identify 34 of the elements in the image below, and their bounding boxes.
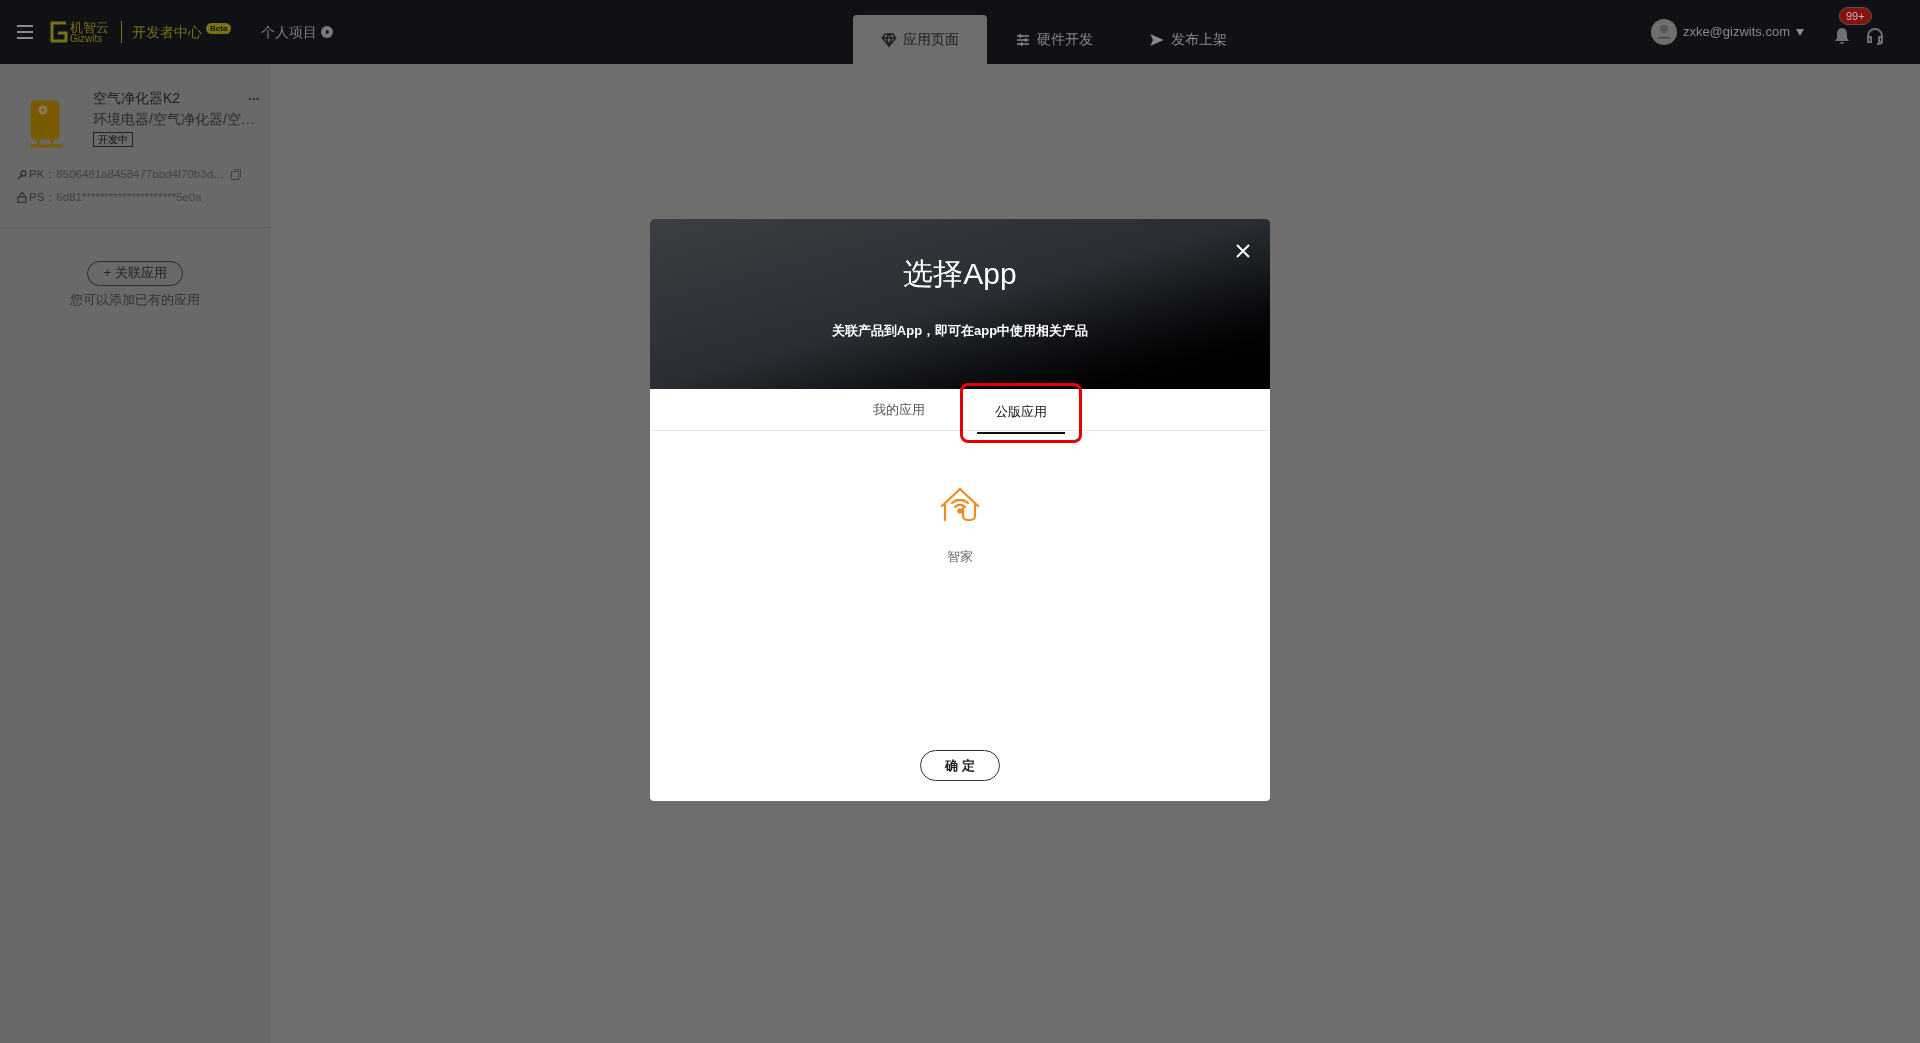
close-icon	[1236, 244, 1250, 258]
user-email[interactable]: zxke@gizwits.com	[1682, 22, 1790, 42]
air-purifier-icon	[30, 100, 62, 148]
play-circle-icon	[321, 26, 334, 38]
notification-badge: 99+	[1839, 7, 1872, 25]
brand-name: 机智云	[70, 20, 109, 34]
close-button[interactable]	[1236, 243, 1252, 259]
nav-tab[interactable]: 硬件开发	[987, 15, 1122, 64]
lock-icon	[17, 192, 27, 204]
section-title: 开发者中心	[132, 22, 202, 42]
menu-icon[interactable]	[17, 25, 33, 39]
dialog-tab[interactable]: 公版应用	[977, 392, 1065, 434]
bell-icon[interactable]	[1834, 27, 1850, 45]
logo-icon	[50, 21, 68, 43]
caret-icon[interactable]	[1796, 28, 1804, 36]
status-tag: 开发中	[93, 132, 133, 147]
dialog-subtitle: 关联产品到App，即可在app中使用相关产品	[831, 322, 1089, 340]
sliders-icon	[1015, 31, 1032, 48]
nav-tab[interactable]: 应用页面	[853, 15, 988, 64]
dialog-tab[interactable]: 我的应用	[855, 389, 943, 431]
product-name: 空气净化器K2	[93, 89, 181, 108]
nav-tab[interactable]: 发布上架	[1121, 15, 1256, 64]
key-icon	[17, 169, 27, 180]
smart-home-icon	[940, 486, 980, 522]
product-category: 环境电器/空气净化器/空…	[93, 110, 256, 129]
beta-badge: Beta	[206, 22, 232, 34]
brand-subtitle: Gizwits	[70, 33, 103, 44]
headset-icon[interactable]	[1866, 27, 1884, 45]
app-tile[interactable]: 智家	[940, 486, 980, 567]
dialog-title: 选择App	[903, 256, 1017, 292]
avatar-icon[interactable]	[1650, 19, 1677, 45]
more-button[interactable]: ···	[248, 88, 260, 109]
project-switcher[interactable]: 个人项目	[261, 21, 334, 43]
diamond-icon	[881, 31, 898, 48]
